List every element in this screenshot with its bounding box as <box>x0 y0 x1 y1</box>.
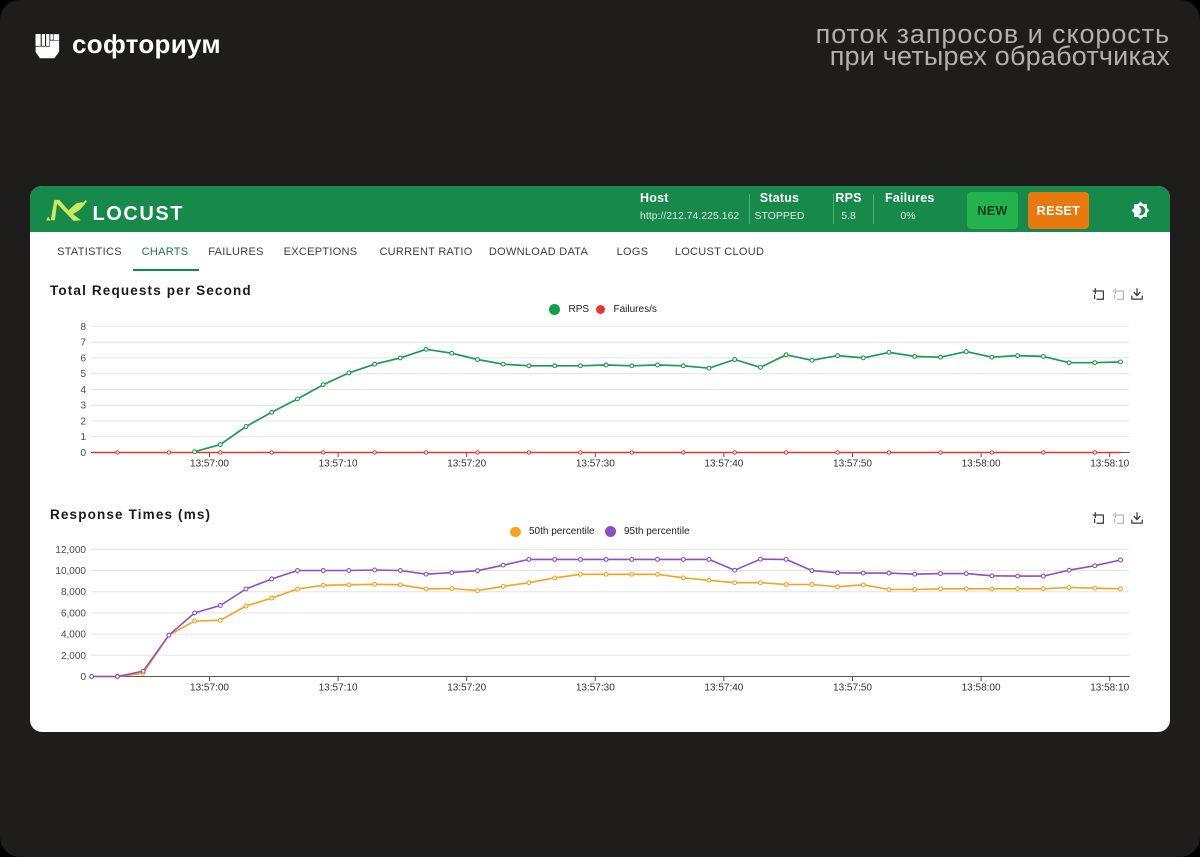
svg-text:13:57:10: 13:57:10 <box>319 459 358 470</box>
svg-text:4: 4 <box>80 385 86 396</box>
svg-text:13:58:00: 13:58:00 <box>962 459 1001 470</box>
svg-text:0: 0 <box>80 448 86 459</box>
svg-text:7: 7 <box>80 338 86 349</box>
svg-text:8: 8 <box>80 322 86 333</box>
svg-text:13:57:00: 13:57:00 <box>190 459 229 470</box>
svg-text:12,000: 12,000 <box>55 545 86 556</box>
svg-text:2,000: 2,000 <box>61 651 86 662</box>
svg-text:10,000: 10,000 <box>55 566 86 577</box>
svg-text:13:57:50: 13:57:50 <box>833 459 872 470</box>
svg-text:8,000: 8,000 <box>61 587 86 598</box>
svg-text:13:58:00: 13:58:00 <box>962 683 1001 694</box>
svg-text:13:57:30: 13:57:30 <box>576 683 615 694</box>
svg-text:13:57:40: 13:57:40 <box>704 459 743 470</box>
svg-text:13:58:10: 13:58:10 <box>1090 459 1129 470</box>
svg-text:2: 2 <box>80 417 86 428</box>
svg-text:0: 0 <box>80 672 86 683</box>
svg-text:13:57:20: 13:57:20 <box>447 683 486 694</box>
svg-text:13:57:20: 13:57:20 <box>447 459 486 470</box>
svg-text:6,000: 6,000 <box>61 608 86 619</box>
svg-text:13:57:40: 13:57:40 <box>704 683 743 694</box>
svg-text:13:58:10: 13:58:10 <box>1090 683 1129 694</box>
svg-text:1: 1 <box>80 432 86 443</box>
svg-text:13:57:30: 13:57:30 <box>576 459 615 470</box>
svg-text:13:57:10: 13:57:10 <box>319 683 358 694</box>
svg-text:6: 6 <box>80 353 86 364</box>
svg-text:3: 3 <box>80 401 86 412</box>
svg-text:4,000: 4,000 <box>61 630 86 641</box>
svg-text:13:57:00: 13:57:00 <box>190 683 229 694</box>
svg-text:5: 5 <box>80 369 86 380</box>
svg-text:13:57:50: 13:57:50 <box>833 683 872 694</box>
